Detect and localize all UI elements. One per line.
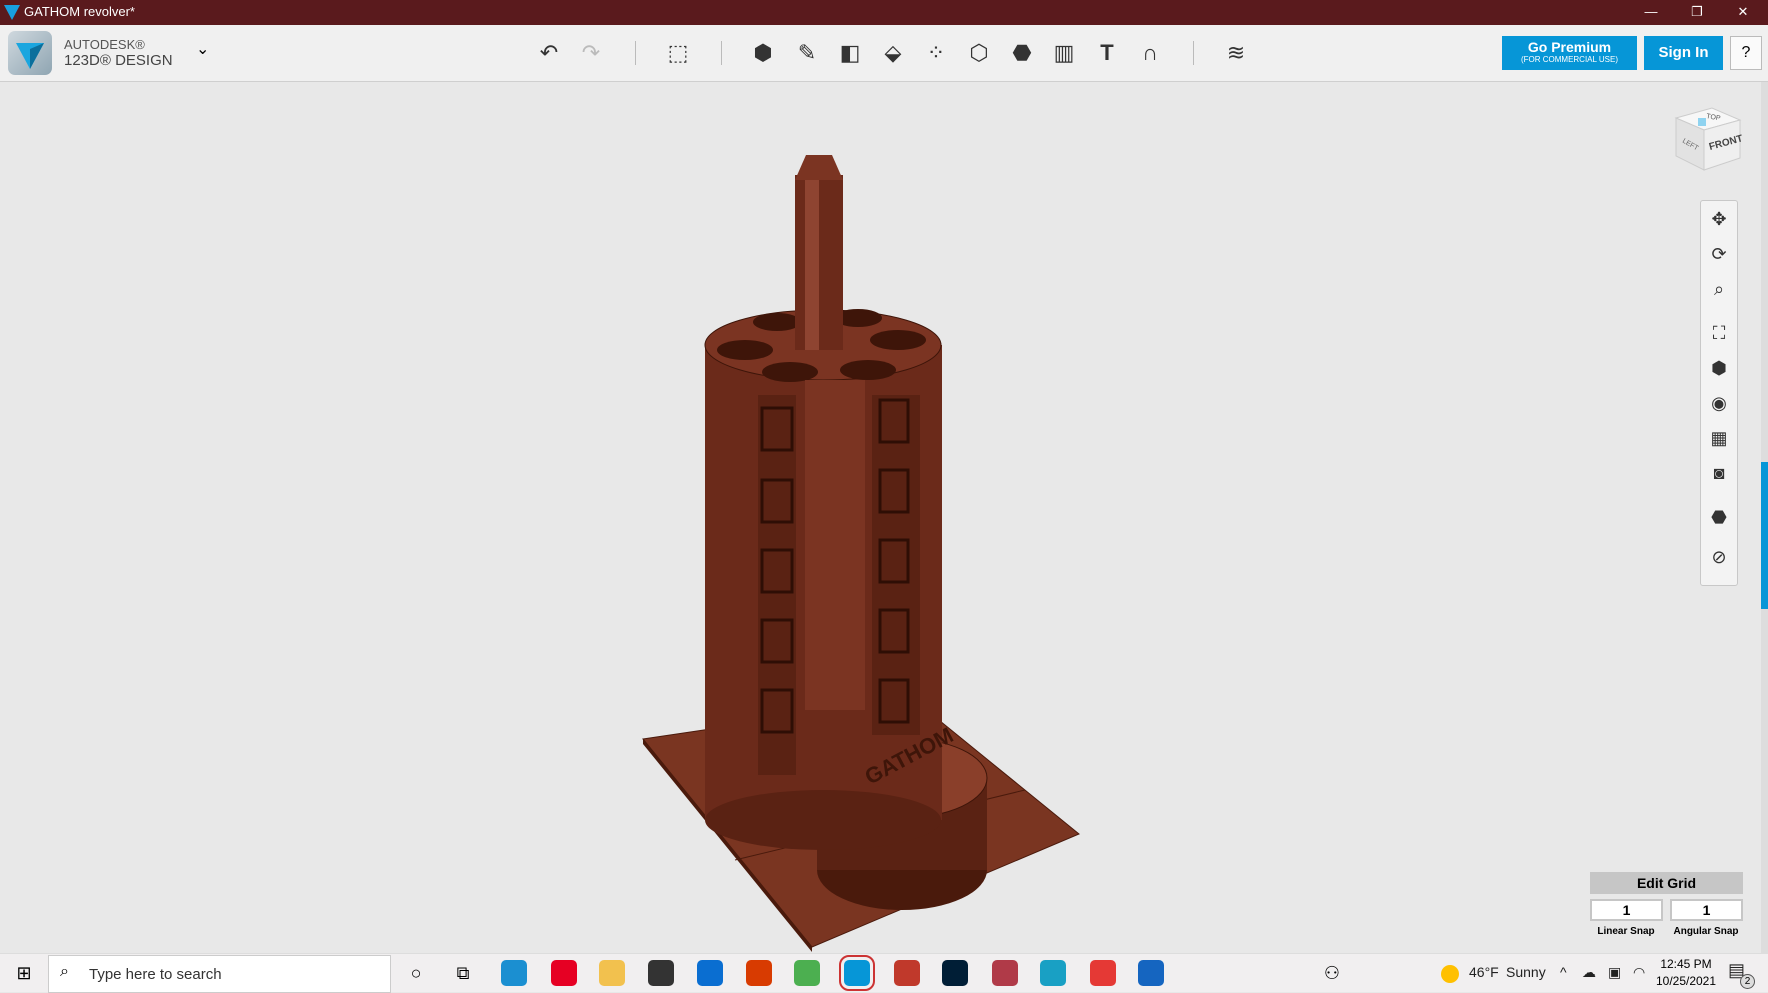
app-menu-chevron-icon[interactable]: ⌄ <box>196 39 209 59</box>
app-logo-icon <box>4 5 20 20</box>
premium-label: Go Premium <box>1527 39 1612 55</box>
undo-icon[interactable]: ↶ <box>532 36 566 70</box>
close-button[interactable]: ✕ <box>1720 0 1766 25</box>
sketch-icon[interactable]: ✎ <box>790 36 824 70</box>
date: 10/25/2021 <box>1655 974 1717 988</box>
redo-icon[interactable]: ↷ <box>574 36 608 70</box>
weather-temp[interactable]: 46°F <box>1469 964 1499 980</box>
taskbar-app-app-c[interactable] <box>1040 960 1066 986</box>
fit-icon[interactable]: ⛶ <box>1702 318 1736 348</box>
taskbar-app-app-red[interactable] <box>894 960 920 986</box>
clock[interactable]: 12:45 PM 10/25/2021 <box>1655 957 1717 988</box>
divider <box>635 41 636 65</box>
time: 12:45 PM <box>1660 957 1712 971</box>
construct-icon[interactable]: ◧ <box>833 36 867 70</box>
app-menu-logo[interactable] <box>8 31 52 75</box>
taskbar-search-input[interactable]: Type here to search <box>48 955 391 993</box>
taskbar-app-file-explorer[interactable] <box>599 960 625 986</box>
material-icon[interactable]: ≋ <box>1219 36 1253 70</box>
brand-line2: 123D® DESIGN <box>64 52 173 69</box>
go-premium-button[interactable]: Go Premium (FOR COMMERCIAL USE) <box>1502 36 1637 70</box>
taskbar-app-app-cube[interactable] <box>1090 960 1116 986</box>
hide-icon[interactable]: ⊘ <box>1702 542 1736 572</box>
meet-now-icon[interactable]: ▣ <box>1608 964 1621 981</box>
notification-count: 2 <box>1740 974 1755 989</box>
main-toolbar: AUTODESK® 123D® DESIGN ⌄ ↶ ↷ ⬚ ⬢ ✎ ◧ ⬙ ⁘… <box>0 25 1768 82</box>
window-title: GATHOM revolver* <box>24 4 135 19</box>
divider <box>721 41 722 65</box>
grid-icon[interactable]: ▦ <box>1702 423 1736 453</box>
weather-desc[interactable]: Sunny <box>1506 964 1546 980</box>
linear-snap-label: Linear Snap <box>1597 926 1655 937</box>
measure-icon[interactable]: ▥ <box>1047 36 1081 70</box>
brand-line1: AUTODESK® <box>64 37 145 52</box>
minimize-button[interactable]: — <box>1628 0 1674 25</box>
combine-icon[interactable]: ⬣ <box>1005 36 1039 70</box>
restore-button[interactable]: ❐ <box>1674 0 1720 25</box>
text-icon[interactable]: T <box>1090 36 1124 70</box>
angular-snap-input[interactable]: 1 <box>1670 899 1743 921</box>
sign-in-button[interactable]: Sign In <box>1644 36 1723 70</box>
taskbar-app-chrome[interactable] <box>794 960 820 986</box>
wifi-icon[interactable]: ◠ <box>1633 964 1645 981</box>
taskbar-app-app-gem[interactable] <box>992 960 1018 986</box>
taskbar-app-123d-design[interactable] <box>839 955 875 991</box>
3d-viewport[interactable]: GATHOM <box>0 82 1761 953</box>
modify-icon[interactable]: ⬙ <box>876 36 910 70</box>
visibility-icon[interactable]: ◉ <box>1702 388 1736 418</box>
taskbar-app-office[interactable] <box>746 960 772 986</box>
tray-chevron-icon[interactable]: ^ <box>1560 964 1567 980</box>
screenshot-icon[interactable]: ◙ <box>1702 458 1736 488</box>
views-icon[interactable]: ⬢ <box>1702 353 1736 383</box>
task-view-icon[interactable]: ⧉ <box>447 959 479 987</box>
taskbar-app-mail[interactable] <box>697 960 723 986</box>
taskbar: ⊞ Type here to search ⌕ ○ ⧉ ⚇ 46°F Sunny… <box>0 953 1768 993</box>
search-icon: ⌕ <box>60 963 69 980</box>
taskbar-app-photos[interactable] <box>1138 960 1164 986</box>
snap-icon[interactable]: ∩ <box>1133 36 1167 70</box>
view-cube[interactable]: TOP FRONT LEFT <box>1672 104 1744 176</box>
primitives-icon[interactable]: ⬢ <box>746 36 780 70</box>
help-button[interactable]: ? <box>1730 36 1762 70</box>
edit-grid-button[interactable]: Edit Grid <box>1590 872 1743 894</box>
viewport-scrollbar[interactable] <box>1761 82 1768 953</box>
cortana-icon[interactable]: ○ <box>400 959 432 987</box>
zoom-icon[interactable]: ⌕ <box>1702 274 1736 304</box>
taskbar-app-store[interactable] <box>648 960 674 986</box>
linear-snap-input[interactable]: 1 <box>1590 899 1663 921</box>
model-canvas[interactable]: GATHOM <box>0 82 1761 953</box>
windows-start-icon[interactable]: ⊞ <box>8 959 40 987</box>
people-icon[interactable]: ⚇ <box>1316 959 1348 987</box>
taskbar-app-edge[interactable] <box>501 960 527 986</box>
premium-sublabel: (FOR COMMERCIAL USE) <box>1520 55 1619 64</box>
pan-icon[interactable]: ✥ <box>1702 204 1736 234</box>
transform-icon[interactable]: ⬚ <box>661 36 695 70</box>
divider <box>1193 41 1194 65</box>
group-icon[interactable]: ⬡ <box>962 36 996 70</box>
title-bar: GATHOM revolver* — ❐ ✕ <box>0 0 1768 25</box>
orbit-icon[interactable]: ⟳ <box>1702 239 1736 269</box>
angular-snap-label: Angular Snap <box>1673 926 1739 937</box>
taskbar-app-pinterest[interactable] <box>551 960 577 986</box>
pattern-icon[interactable]: ⁘ <box>919 36 953 70</box>
onedrive-icon[interactable]: ☁ <box>1582 964 1596 981</box>
material-view-icon[interactable]: ⬣ <box>1702 502 1736 532</box>
weather-sun-icon[interactable] <box>1441 965 1459 983</box>
gathom-revolver-model: GATHOM <box>642 155 1080 952</box>
taskbar-app-photoshop[interactable] <box>942 960 968 986</box>
